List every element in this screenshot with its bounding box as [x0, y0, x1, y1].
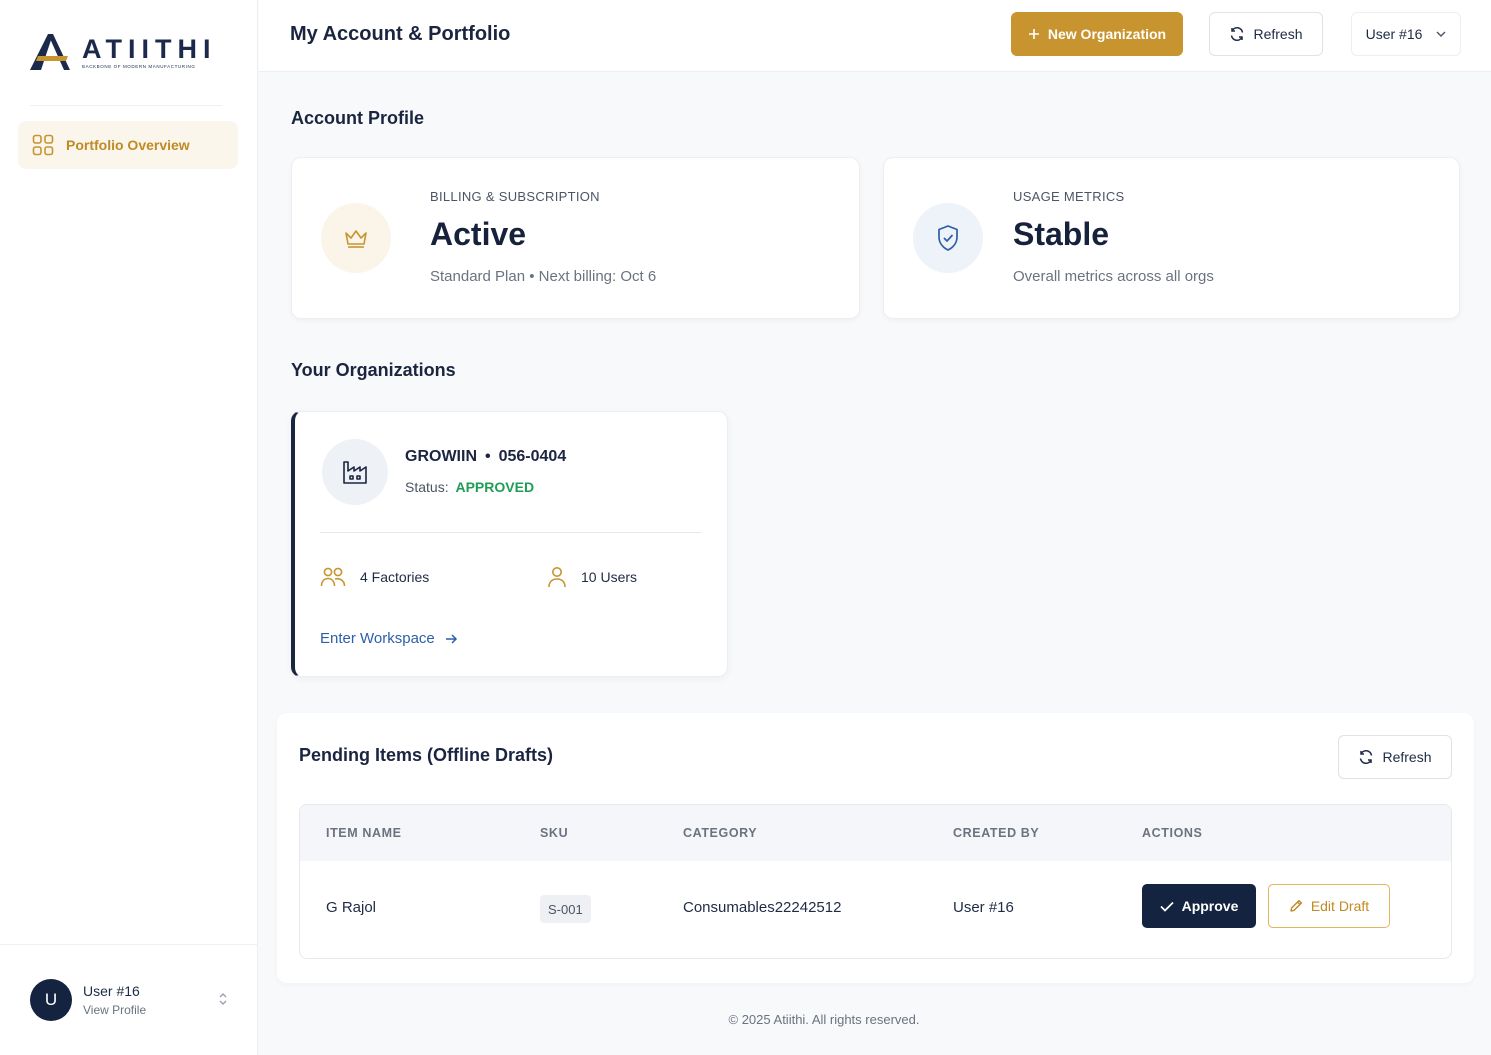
organization-status: Status: APPROVED: [405, 479, 534, 495]
users-group-icon: [320, 566, 346, 588]
sidebar-item-label: Portfolio Overview: [66, 137, 190, 153]
category-cell: Consumables22242512: [683, 899, 842, 916]
account-profile-title: Account Profile: [291, 108, 425, 128]
crown-icon: [343, 227, 369, 249]
brand-logo[interactable]: ATIITHI BACKBONE OF MODERN MANUFACTURING: [28, 32, 216, 72]
billing-card: BILLING & SUBSCRIPTION Active Standard P…: [291, 157, 860, 319]
pending-items-panel: Pending Items (Offline Drafts) Refresh I…: [277, 713, 1474, 983]
table-header: ITEM NAME SKU CATEGORY CREATED BY ACTION…: [300, 805, 1451, 861]
edit-draft-label: Edit Draft: [1310, 898, 1370, 914]
pencil-icon: [1289, 899, 1303, 913]
users-count: 10 Users: [547, 566, 637, 588]
view-profile-link[interactable]: View Profile: [83, 1003, 146, 1017]
refresh-label: Refresh: [1382, 749, 1432, 765]
factories-count: 4 Factories: [320, 566, 429, 588]
organization-name: GROWIIN: [405, 448, 477, 465]
usage-icon-circle: [913, 203, 983, 273]
arrow-right-icon: [445, 633, 458, 644]
organization-icon-circle: [322, 439, 388, 505]
column-header-created-by: CREATED BY: [953, 826, 1040, 840]
usage-status: Stable: [1013, 216, 1110, 252]
approve-button[interactable]: Approve: [1142, 884, 1256, 928]
check-icon: [1159, 901, 1174, 912]
pending-refresh-button[interactable]: Refresh: [1338, 735, 1452, 779]
column-header-category: CATEGORY: [683, 826, 758, 840]
sidebar-item-portfolio-overview[interactable]: Portfolio Overview: [18, 121, 238, 169]
separator-dot: •: [485, 448, 491, 465]
new-organization-button[interactable]: New Organization: [1011, 12, 1183, 56]
pending-items-title: Pending Items (Offline Drafts): [299, 745, 554, 765]
approve-label: Approve: [1181, 898, 1239, 914]
header-refresh-button[interactable]: Refresh: [1209, 12, 1323, 56]
shield-check-icon: [936, 224, 960, 252]
organization-divider: [320, 532, 702, 533]
organization-title: GROWIIN • 056-0404: [405, 448, 566, 466]
sidebar: ATIITHI BACKBONE OF MODERN MANUFACTURING…: [0, 0, 258, 1055]
status-badge: APPROVED: [455, 479, 535, 495]
enter-workspace-label: Enter Workspace: [320, 630, 435, 647]
column-header-sku: SKU: [540, 826, 569, 840]
chevron-down-icon: [1436, 31, 1446, 37]
user-menu-dropdown[interactable]: User #16: [1351, 12, 1461, 56]
chevron-up-down-icon[interactable]: [218, 992, 228, 1006]
footer-copyright: © 2025 Atiithi. All rights reserved.: [728, 1012, 920, 1027]
users-label: 10 Users: [581, 569, 638, 585]
status-label: Status:: [405, 479, 449, 495]
enter-workspace-link[interactable]: Enter Workspace: [320, 630, 458, 647]
usage-label: USAGE METRICS: [1013, 189, 1125, 204]
refresh-icon: [1229, 26, 1245, 42]
top-header: My Account & Portfolio New Organization …: [259, 0, 1491, 72]
billing-details: Standard Plan • Next billing: Oct 6: [430, 268, 657, 285]
brand-name: ATIITHI: [82, 34, 217, 64]
organization-code: 056-0404: [498, 448, 567, 465]
item-name-cell: G Rajol: [326, 899, 377, 916]
sidebar-footer-divider: [0, 944, 258, 945]
edit-draft-button[interactable]: Edit Draft: [1268, 884, 1390, 928]
pending-items-table: ITEM NAME SKU CATEGORY CREATED BY ACTION…: [299, 804, 1452, 959]
sidebar-divider: [30, 105, 222, 106]
sku-badge: S-001: [540, 895, 591, 923]
avatar: U: [30, 979, 72, 1021]
refresh-label: Refresh: [1253, 26, 1303, 42]
user-menu-label: User #16: [1365, 26, 1423, 42]
organization-card: GROWIIN • 056-0404 Status: APPROVED 4 Fa…: [291, 411, 728, 677]
logo-mark-icon: [28, 32, 72, 72]
usage-details: Overall metrics across all orgs: [1013, 268, 1214, 285]
new-organization-label: New Organization: [1047, 26, 1167, 42]
page-title: My Account & Portfolio: [290, 23, 511, 45]
factories-label: 4 Factories: [360, 569, 430, 585]
created-by-cell: User #16: [953, 899, 1014, 916]
billing-status: Active: [430, 216, 527, 252]
organizations-title: Your Organizations: [291, 360, 456, 380]
user-icon: [547, 566, 567, 588]
plus-icon: [1028, 28, 1040, 40]
brand-tagline: BACKBONE OF MODERN MANUFACTURING: [82, 64, 196, 69]
sidebar-profile[interactable]: U User #16 View Profile: [30, 978, 230, 1022]
billing-icon-circle: [321, 203, 391, 273]
billing-label: BILLING & SUBSCRIPTION: [430, 189, 600, 204]
usage-metrics-card: USAGE METRICS Stable Overall metrics acr…: [883, 157, 1460, 319]
column-header-item-name: ITEM NAME: [326, 826, 402, 840]
profile-name: User #16: [83, 983, 140, 999]
factory-icon: [342, 459, 368, 485]
grid-icon: [32, 134, 54, 156]
refresh-icon: [1358, 749, 1374, 765]
column-header-actions: ACTIONS: [1142, 826, 1203, 840]
